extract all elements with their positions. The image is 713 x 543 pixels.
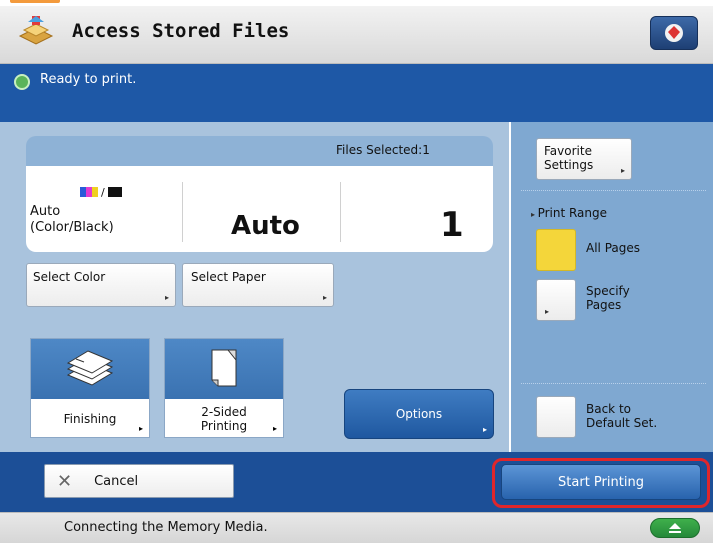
specify-pages-option[interactable]: ▸ [536,279,576,321]
chevron-right-icon: ▸ [482,425,487,434]
color-mode-value: Auto (Color/Black) [30,204,114,235]
eject-icon [669,523,681,533]
status-message: Ready to print. [40,72,137,87]
side-separator [521,190,706,191]
status-ok-icon [14,74,30,90]
duplex-icon [211,349,237,387]
close-icon: ✕ [57,470,73,492]
side-separator [521,383,706,384]
paper-value: Auto [231,211,300,241]
two-sided-printing-button[interactable]: 2-Sided Printing ▸ [164,338,284,438]
summary-divider [182,182,183,242]
chevron-right-icon: ▸ [544,307,549,316]
back-to-default-button[interactable] [536,396,576,438]
all-pages-option[interactable] [536,229,576,271]
select-paper-button[interactable]: Select Paper ▸ [182,263,334,307]
chevron-right-icon: ▸ [164,293,169,302]
duplex-icon-area [165,339,283,399]
chevron-right-icon: ▸ [620,166,625,175]
all-pages-label: All Pages [586,241,640,255]
options-button[interactable]: Options ▸ [344,389,494,439]
summary-divider [340,182,341,242]
favorite-settings-button[interactable]: Favorite Settings ▸ [536,138,632,180]
eject-button[interactable] [650,518,700,538]
two-sided-label: 2-Sided Printing [200,405,248,433]
finishing-icon-area [31,339,149,399]
stored-files-icon [16,14,56,50]
specify-pages-label: Specify Pages [586,284,630,312]
chevron-right-icon: ▸ [272,424,277,433]
orange-tab [10,0,60,3]
finishing-icon [66,350,114,386]
print-range-label: ▸ Print Range [531,206,608,220]
home-icon [665,24,683,42]
select-color-button[interactable]: Select Color ▸ [26,263,176,307]
chevron-right-icon: ▸ [322,293,327,302]
color-black-icon: / [80,185,132,199]
chevron-right-icon: ▸ [138,424,143,433]
start-printing-button[interactable]: Start Printing [501,464,701,500]
window-title: Access Stored Files [72,20,290,42]
files-selected-count: Files Selected:1 [336,143,430,157]
footer-message: Connecting the Memory Media. [64,520,268,535]
copies-value: 1 [440,205,464,245]
home-button[interactable] [650,16,698,50]
cancel-button[interactable]: ✕ Cancel [44,464,234,498]
finishing-button[interactable]: Finishing ▸ [30,338,150,438]
back-to-default-label: Back to Default Set. [586,402,658,430]
